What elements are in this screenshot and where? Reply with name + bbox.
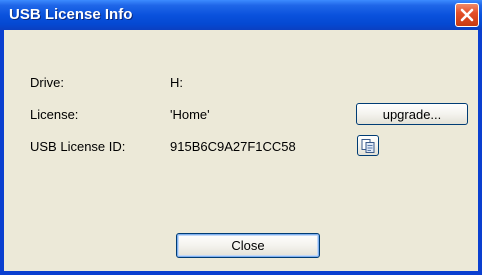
upgrade-button[interactable]: upgrade... — [356, 103, 468, 125]
license-dialog: USB License Info Drive: H: License: 'Hom… — [0, 0, 482, 275]
license-value: 'Home' — [170, 107, 210, 122]
title-bar[interactable]: USB License Info — [0, 0, 482, 30]
usb-license-id-value: 915B6C9A27F1CC58 — [170, 139, 296, 154]
window-title: USB License Info — [9, 6, 133, 23]
close-button[interactable]: Close — [176, 233, 320, 258]
usb-license-id-label: USB License ID: — [30, 139, 126, 154]
drive-label: Drive: — [30, 75, 64, 90]
close-icon — [460, 8, 474, 22]
dialog-body: Drive: H: License: 'Home' USB License ID… — [4, 30, 478, 271]
copy-icon — [361, 138, 375, 153]
window-close-button[interactable] — [455, 3, 479, 27]
drive-value: H: — [170, 75, 183, 90]
copy-license-id-button[interactable] — [357, 135, 379, 156]
license-label: License: — [30, 107, 79, 122]
